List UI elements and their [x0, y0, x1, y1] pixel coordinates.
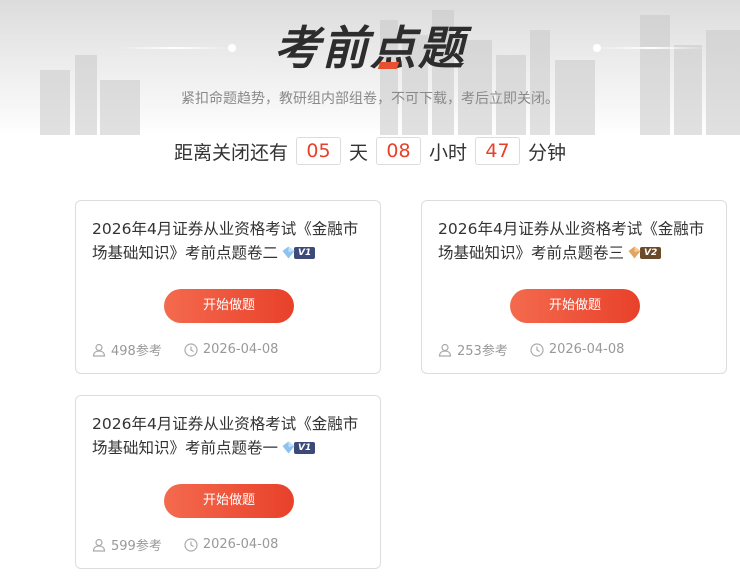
countdown-minutes: 47 — [475, 137, 521, 165]
blue-diamond-icon — [282, 246, 295, 259]
version-badge: V1 — [282, 246, 316, 260]
page-title: 考前点题 — [0, 12, 740, 78]
hero-banner: 考前点题 紧扣命题趋势，教研组内部组卷，不可下载，考后立即关闭。 — [0, 0, 740, 135]
page-title-part3: 题 — [418, 21, 466, 75]
date-info: 2026-04-08 — [184, 537, 279, 552]
start-exam-button[interactable]: 开始做题 — [164, 484, 294, 518]
page-title-part1: 考前 — [274, 21, 370, 75]
countdown-minutes-unit: 分钟 — [528, 141, 567, 164]
exam-card: 2026年4月证券从业资格考试《金融市场基础知识》考前点题卷三 V2 开始做题 … — [421, 200, 727, 374]
start-exam-button[interactable]: 开始做题 — [510, 289, 640, 323]
blue-diamond-icon — [282, 441, 295, 454]
clock-icon — [184, 342, 198, 357]
exam-card-meta: 498参考 2026-04-08 — [92, 340, 300, 359]
countdown-prefix: 距离关闭还有 — [173, 141, 288, 164]
countdown-hours: 08 — [376, 137, 421, 165]
clock-icon — [184, 537, 198, 552]
exam-card: 2026年4月证券从业资格考试《金融市场基础知识》考前点题卷二 V1 开始做题 … — [75, 200, 381, 374]
user-icon — [92, 538, 106, 552]
countdown-days-unit: 天 — [348, 141, 368, 164]
user-icon — [92, 343, 106, 357]
gold-diamond-icon — [628, 246, 641, 259]
exam-card-title: 2026年4月证券从业资格考试《金融市场基础知识》考前点题卷二 V1 — [92, 217, 372, 265]
date-info: 2026-04-08 — [530, 342, 625, 357]
participants-info: 253参考 — [438, 340, 508, 359]
start-exam-button[interactable]: 开始做题 — [164, 289, 294, 323]
exam-date: 2026-04-08 — [202, 537, 279, 552]
version-badge-label: V1 — [294, 441, 316, 454]
exam-card: 2026年4月证券从业资格考试《金融市场基础知识》考前点题卷一 V1 开始做题 … — [75, 395, 381, 569]
version-badge-label: V2 — [640, 246, 662, 259]
participants-count: 498参考 — [111, 344, 162, 359]
participants-count: 599参考 — [111, 539, 162, 554]
exam-card-title-text: 2026年4月证券从业资格考试《金融市场基础知识》考前点题卷三 — [438, 220, 705, 262]
version-badge: V1 — [282, 441, 316, 455]
participants-info: 599参考 — [92, 535, 162, 554]
version-badge: V2 — [628, 246, 662, 260]
participants-count: 253参考 — [457, 344, 508, 359]
countdown-days: 05 — [295, 137, 341, 165]
exam-card-title: 2026年4月证券从业资格考试《金融市场基础知识》考前点题卷三 V2 — [438, 217, 718, 265]
exam-date: 2026-04-08 — [548, 342, 625, 357]
exam-card-meta: 599参考 2026-04-08 — [92, 535, 300, 554]
exam-card-title-text: 2026年4月证券从业资格考试《金融市场基础知识》考前点题卷二 — [92, 220, 359, 262]
participants-info: 498参考 — [92, 340, 162, 359]
exam-card-meta: 253参考 2026-04-08 — [438, 340, 646, 359]
exam-date: 2026-04-08 — [202, 342, 279, 357]
clock-icon — [530, 342, 544, 357]
countdown-timer: 距离关闭还有 05 天 08 小时 47 分钟 — [0, 136, 740, 166]
exam-card-title: 2026年4月证券从业资格考试《金融市场基础知识》考前点题卷一 V1 — [92, 412, 372, 460]
page-title-part2: 点 — [370, 21, 418, 75]
user-icon — [438, 343, 452, 357]
countdown-hours-unit: 小时 — [429, 141, 468, 164]
version-badge-label: V1 — [294, 246, 316, 259]
page-subtitle: 紧扣命题趋势，教研组内部组卷，不可下载，考后立即关闭。 — [181, 91, 559, 107]
date-info: 2026-04-08 — [184, 342, 279, 357]
exam-card-title-text: 2026年4月证券从业资格考试《金融市场基础知识》考前点题卷一 — [92, 415, 359, 457]
